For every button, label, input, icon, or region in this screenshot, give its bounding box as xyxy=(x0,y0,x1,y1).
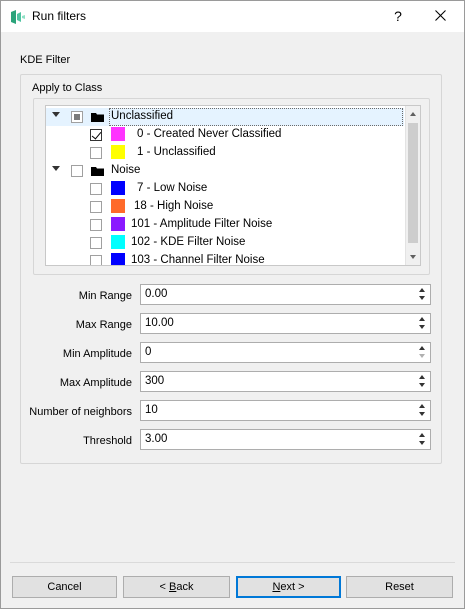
cancel-button[interactable]: Cancel xyxy=(12,576,117,598)
min-range-label: Min Range xyxy=(78,290,132,302)
folder-icon xyxy=(91,167,104,176)
spin-buttons[interactable] xyxy=(416,343,430,362)
max-range-label: Max Range xyxy=(75,319,132,331)
tree-item[interactable]: 102 - KDE Filter Noise xyxy=(46,234,404,252)
title-bar: Run filters ? xyxy=(1,1,464,32)
group-checkbox[interactable] xyxy=(71,165,83,177)
tree-item-label: 1 - Unclassified xyxy=(137,146,216,158)
spin-down-icon[interactable] xyxy=(419,412,425,416)
min-amplitude-label: Min Amplitude xyxy=(62,348,132,360)
folder-icon xyxy=(91,113,104,122)
expand-arrow-icon[interactable] xyxy=(52,166,60,171)
spin-buttons[interactable] xyxy=(416,285,430,304)
max-range-spinbox[interactable]: 10.00 xyxy=(140,313,431,334)
class-checkbox[interactable] xyxy=(90,183,102,195)
tree-item[interactable]: 18 - High Noise xyxy=(46,198,404,216)
reset-button[interactable]: Reset xyxy=(346,576,453,598)
tree-item-label: 7 - Low Noise xyxy=(137,182,208,194)
back-button-prefix: < xyxy=(159,581,169,593)
next-button[interactable]: Next > xyxy=(236,576,341,598)
class-checkbox[interactable] xyxy=(90,237,102,249)
spin-buttons[interactable] xyxy=(416,372,430,391)
tree-item[interactable]: 101 - Amplitude Filter Noise xyxy=(46,216,404,234)
max-range-value[interactable]: 10.00 xyxy=(145,317,174,329)
spin-down-icon[interactable] xyxy=(419,296,425,300)
color-swatch xyxy=(111,235,125,249)
color-swatch xyxy=(111,199,125,213)
section-title: KDE Filter xyxy=(20,54,71,66)
spin-up-icon[interactable] xyxy=(419,375,425,379)
scroll-thumb[interactable] xyxy=(408,123,418,243)
spin-buttons[interactable] xyxy=(416,401,430,420)
tree-item-label: 101 - Amplitude Filter Noise xyxy=(131,218,273,230)
tree-group-unclassified[interactable]: Unclassified xyxy=(46,108,404,126)
spin-up-icon[interactable] xyxy=(419,346,425,350)
next-button-rest: ext > xyxy=(280,581,305,593)
min-amplitude-spinbox[interactable]: 0 xyxy=(140,342,431,363)
tree-item-label: 102 - KDE Filter Noise xyxy=(131,236,246,248)
spin-up-icon[interactable] xyxy=(419,288,425,292)
spin-down-icon xyxy=(419,354,425,358)
neighbors-label: Number of neighbors xyxy=(29,406,132,418)
tree-group-label: Noise xyxy=(111,164,141,176)
scroll-down-icon[interactable] xyxy=(410,255,416,259)
tree-item[interactable]: 1 - Unclassified xyxy=(46,144,404,162)
color-swatch xyxy=(111,253,125,265)
min-amplitude-value[interactable]: 0 xyxy=(145,346,151,358)
neighbors-spinbox[interactable]: 10 xyxy=(140,400,431,421)
max-amplitude-spinbox[interactable]: 300 xyxy=(140,371,431,392)
threshold-spinbox[interactable]: 3.00 xyxy=(140,429,431,450)
color-swatch xyxy=(111,145,125,159)
min-range-value[interactable]: 0.00 xyxy=(145,288,167,300)
spin-buttons[interactable] xyxy=(416,430,430,449)
max-amplitude-value[interactable]: 300 xyxy=(145,375,164,387)
apply-to-class-label: Apply to Class xyxy=(32,82,103,94)
neighbors-value[interactable]: 10 xyxy=(145,404,158,416)
group-checkbox[interactable] xyxy=(71,111,83,123)
spin-up-icon[interactable] xyxy=(419,317,425,321)
spin-down-icon[interactable] xyxy=(419,383,425,387)
spin-up-icon[interactable] xyxy=(419,404,425,408)
color-swatch xyxy=(111,217,125,231)
threshold-value[interactable]: 3.00 xyxy=(145,433,167,445)
class-checkbox[interactable] xyxy=(90,129,102,141)
tree-group-noise[interactable]: Noise xyxy=(46,162,404,180)
spin-down-icon[interactable] xyxy=(419,441,425,445)
footer-divider xyxy=(10,562,455,563)
spin-buttons[interactable] xyxy=(416,314,430,333)
tree-item-label: 0 - Created Never Classified xyxy=(137,128,282,140)
scroll-up-icon[interactable] xyxy=(410,112,416,116)
class-checkbox[interactable] xyxy=(90,201,102,213)
tree-item[interactable]: 103 - Channel Filter Noise xyxy=(46,252,404,266)
app-logo-icon xyxy=(11,10,25,24)
color-swatch xyxy=(111,181,125,195)
close-icon xyxy=(434,10,446,21)
expand-arrow-icon[interactable] xyxy=(52,112,60,117)
spin-down-icon[interactable] xyxy=(419,325,425,329)
color-swatch xyxy=(111,127,125,141)
tree-group-label: Unclassified xyxy=(111,110,173,122)
spin-up-icon[interactable] xyxy=(419,433,425,437)
tree-item[interactable]: 7 - Low Noise xyxy=(46,180,404,198)
help-button[interactable]: ? xyxy=(384,4,412,28)
tree-scrollbar[interactable] xyxy=(405,106,420,265)
tree-item-label: 103 - Channel Filter Noise xyxy=(131,254,265,266)
tree-item-label: 18 - High Noise xyxy=(134,200,214,212)
class-checkbox[interactable] xyxy=(90,255,102,265)
class-tree[interactable]: Unclassified 0 - Created Never Classifie… xyxy=(45,105,421,266)
close-button[interactable] xyxy=(421,4,459,28)
min-range-spinbox[interactable]: 0.00 xyxy=(140,284,431,305)
max-amplitude-label: Max Amplitude xyxy=(59,377,132,389)
class-checkbox[interactable] xyxy=(90,219,102,231)
threshold-label: Threshold xyxy=(83,435,132,447)
window-title: Run filters xyxy=(32,9,87,23)
tree-item[interactable]: 0 - Created Never Classified xyxy=(46,126,404,144)
back-button[interactable]: < Back xyxy=(123,576,230,598)
class-checkbox[interactable] xyxy=(90,147,102,159)
back-button-rest: ack xyxy=(176,581,194,593)
